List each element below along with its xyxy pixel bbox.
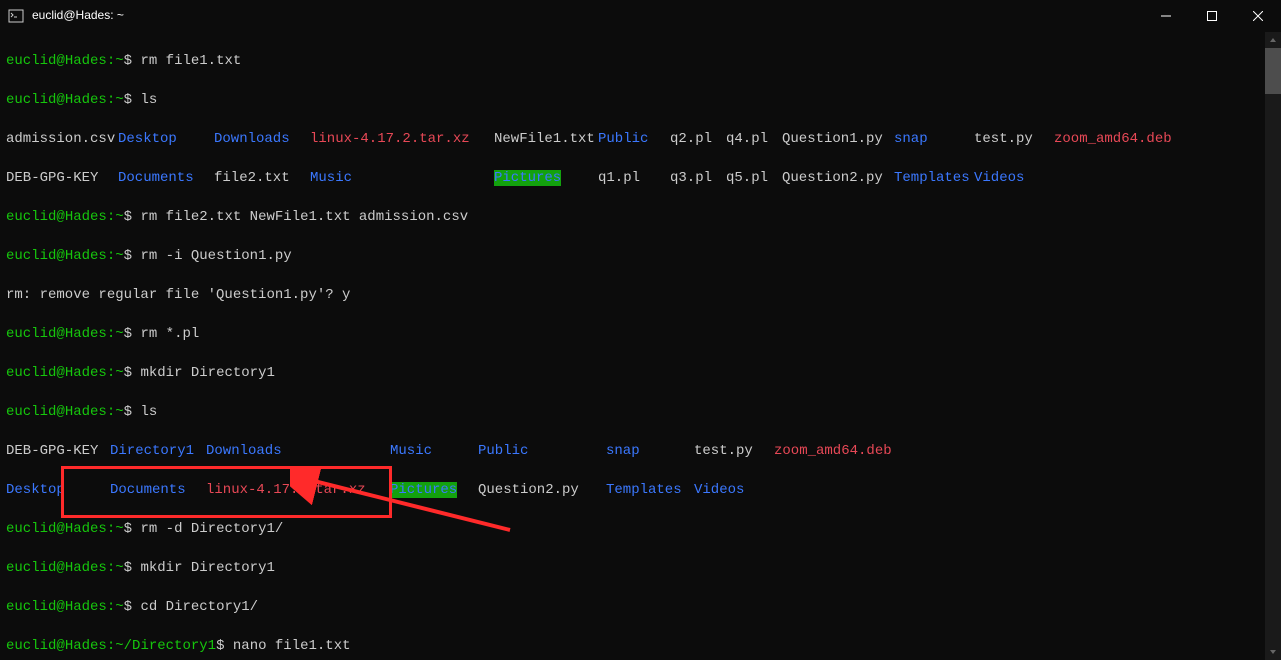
prompt-line: euclid@Hades:~$ cd Directory1/ <box>6 598 1265 618</box>
prompt-line: euclid@Hades:~$ ls <box>6 403 1265 423</box>
maximize-button[interactable] <box>1189 0 1235 32</box>
window-title: euclid@Hades: ~ <box>32 6 124 26</box>
window-controls <box>1143 0 1281 32</box>
terminal-window: euclid@Hades: ~ euclid@Hades:~$ rm file1… <box>0 0 1281 660</box>
titlebar[interactable]: euclid@Hades: ~ <box>0 0 1281 32</box>
app-icon <box>8 8 24 24</box>
close-button[interactable] <box>1235 0 1281 32</box>
prompt-line: euclid@Hades:~/Directory1$ nano file1.tx… <box>6 637 1265 655</box>
scrollbar[interactable] <box>1265 32 1281 660</box>
prompt-line: euclid@Hades:~$ rm *.pl <box>6 325 1265 345</box>
prompt-line: euclid@Hades:~$ mkdir Directory1 <box>6 559 1265 579</box>
ls-row: DEB-GPG-KEYDocumentsfile2.txtMusicPictur… <box>6 169 1265 189</box>
prompt-line: euclid@Hades:~$ ls <box>6 91 1265 111</box>
minimize-button[interactable] <box>1143 0 1189 32</box>
scroll-up-button[interactable] <box>1265 32 1281 48</box>
output-line: rm: remove regular file 'Question1.py'? … <box>6 286 1265 306</box>
terminal-output[interactable]: euclid@Hades:~$ rm file1.txt euclid@Hade… <box>6 32 1265 654</box>
scroll-down-button[interactable] <box>1265 644 1281 660</box>
ls-row: DEB-GPG-KEYDirectory1DownloadsMusicPubli… <box>6 442 1265 462</box>
prompt-line: euclid@Hades:~$ rm file1.txt <box>6 52 1265 72</box>
ls-row: admission.csvDesktopDownloadslinux-4.17.… <box>6 130 1265 150</box>
ls-row: DesktopDocumentslinux-4.17.2.tar.xzPictu… <box>6 481 1265 501</box>
scroll-thumb[interactable] <box>1265 48 1281 94</box>
prompt-line: euclid@Hades:~$ rm -i Question1.py <box>6 247 1265 267</box>
prompt-line: euclid@Hades:~$ rm file2.txt NewFile1.tx… <box>6 208 1265 228</box>
prompt-line: euclid@Hades:~$ mkdir Directory1 <box>6 364 1265 384</box>
prompt-line: euclid@Hades:~$ rm -d Directory1/ <box>6 520 1265 540</box>
